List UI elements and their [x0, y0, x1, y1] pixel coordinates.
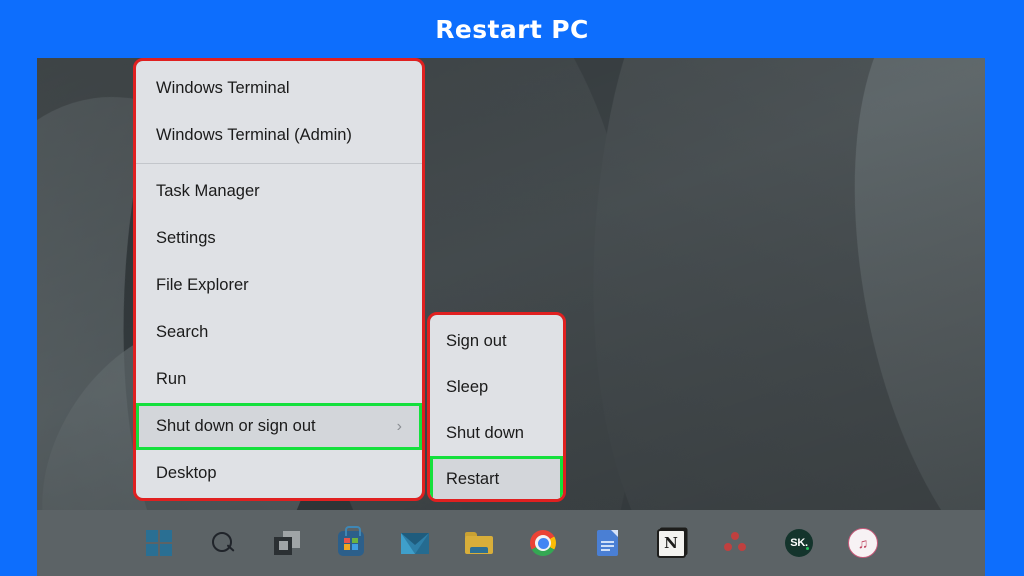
menu-separator	[136, 163, 422, 164]
taskbar-item-mail[interactable]	[394, 522, 436, 564]
menu-item-windows-terminal[interactable]: Windows Terminal	[136, 65, 422, 112]
taskbar-item-file-explorer[interactable]	[458, 522, 500, 564]
taskbar-item-task-view[interactable]	[266, 522, 308, 564]
menu-item-search[interactable]: Search	[136, 309, 422, 356]
menu-item-run[interactable]: Run	[136, 356, 422, 403]
submenu-item-sleep[interactable]: Sleep	[430, 364, 563, 410]
taskbar: N SK. ♫	[37, 510, 985, 576]
menu-item-shut-down-or-sign-out[interactable]: Shut down or sign out ›	[136, 403, 422, 450]
shutdown-submenu: Sign out Sleep Shut down Restart	[430, 315, 563, 499]
context-menu: Windows Terminal Windows Terminal (Admin…	[136, 61, 422, 498]
submenu-item-label: Restart	[446, 469, 500, 488]
menu-item-desktop[interactable]: Desktop	[136, 450, 422, 497]
taskbar-item-itunes[interactable]: ♫	[842, 522, 884, 564]
menu-item-label: Desktop	[156, 464, 217, 482]
asana-icon	[723, 532, 747, 554]
taskbar-item-asana[interactable]	[714, 522, 756, 564]
submenu-item-restart[interactable]: Restart	[430, 456, 563, 499]
notion-icon: N	[656, 528, 686, 558]
menu-item-task-manager[interactable]: Task Manager	[136, 168, 422, 215]
menu-item-file-explorer[interactable]: File Explorer	[136, 262, 422, 309]
taskbar-item-google-docs[interactable]	[586, 522, 628, 564]
submenu-item-shut-down[interactable]: Shut down	[430, 410, 563, 456]
submenu-item-label: Sign out	[446, 331, 507, 350]
submenu-item-label: Shut down	[446, 423, 524, 442]
taskbar-item-sk[interactable]: SK.	[778, 522, 820, 564]
itunes-icon: ♫	[848, 528, 878, 558]
menu-item-label: Windows Terminal	[156, 79, 290, 97]
google-docs-icon	[596, 530, 618, 556]
taskbar-item-microsoft-store[interactable]	[330, 522, 372, 564]
menu-item-windows-terminal-admin[interactable]: Windows Terminal (Admin)	[136, 112, 422, 159]
menu-item-label: Search	[156, 323, 209, 341]
task-view-icon	[274, 531, 300, 555]
taskbar-item-search[interactable]	[202, 522, 244, 564]
microsoft-store-icon	[338, 525, 364, 556]
sk-icon: SK.	[785, 529, 813, 557]
mail-icon	[401, 532, 429, 554]
menu-item-settings[interactable]: Settings	[136, 215, 422, 262]
title-banner: Restart PC	[0, 0, 1024, 58]
submenu-item-sign-out[interactable]: Sign out	[430, 318, 563, 364]
submenu-item-label: Sleep	[446, 377, 489, 396]
taskbar-item-notion[interactable]: N	[650, 522, 692, 564]
windows-start-icon	[146, 530, 172, 556]
menu-item-label: Task Manager	[156, 182, 260, 200]
taskbar-item-chrome[interactable]	[522, 522, 564, 564]
taskbar-item-start[interactable]	[138, 522, 180, 564]
menu-item-label: Settings	[156, 229, 216, 247]
menu-item-label: Windows Terminal (Admin)	[156, 126, 352, 144]
file-explorer-icon	[465, 532, 493, 554]
context-menu-highlight-box: Windows Terminal Windows Terminal (Admin…	[133, 58, 425, 501]
menu-item-label: File Explorer	[156, 276, 249, 294]
notion-letter: N	[664, 534, 678, 552]
page-title: Restart PC	[435, 14, 589, 44]
itunes-glyph: ♫	[857, 535, 869, 551]
chevron-right-icon: ›	[396, 417, 402, 435]
chrome-icon	[530, 530, 556, 556]
menu-item-label: Run	[156, 370, 187, 388]
search-icon	[210, 530, 236, 556]
submenu-highlight-box: Sign out Sleep Shut down Restart	[427, 312, 566, 502]
menu-item-label: Shut down or sign out	[156, 417, 316, 435]
